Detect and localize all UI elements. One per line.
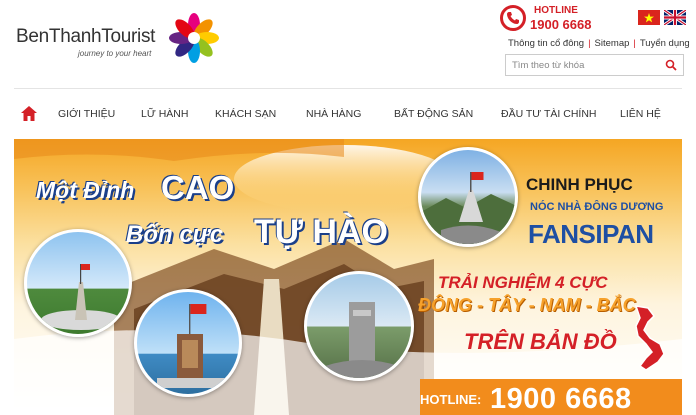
brand-logo-text[interactable]: BenThanhTourist xyxy=(16,26,155,48)
phone-icon xyxy=(500,5,526,31)
hero-banner[interactable]: Một Đỉnh CAO Bốn cực TỰ HÀO CHINH PHỤC N… xyxy=(14,139,682,415)
header-hotline[interactable]: HOTLINE 1900 6668 xyxy=(500,5,600,35)
header: BenThanhTourist journey to your heart HO… xyxy=(0,0,696,86)
conquer-heading: CHINH PHỤC xyxy=(526,175,633,194)
nav-item-gioi-thieu[interactable]: GIỚI THIỆU xyxy=(58,108,115,120)
hotline-number: 1900 6668 xyxy=(530,17,592,32)
slogan-line1-a: Một Đỉnh xyxy=(36,177,135,203)
nav-item-nha-hang[interactable]: NHÀ HÀNG xyxy=(306,108,361,120)
banner-hotline-number: 1900 6668 xyxy=(490,383,632,415)
experience-heading: TRẢI NGHIỆM 4 CỰC xyxy=(438,273,608,292)
toplink-shareholders[interactable]: Thông tin cổ đông xyxy=(508,38,584,49)
search-input[interactable] xyxy=(512,58,662,73)
brand-tagline: journey to your heart xyxy=(78,49,152,58)
nav-item-lu-hanh[interactable]: LỮ HÀNH xyxy=(141,108,188,120)
roof-of-indochina: NÓC NHÀ ĐÔNG DƯƠNG xyxy=(530,201,664,213)
fansipan-photo xyxy=(418,147,518,247)
divider: | xyxy=(588,38,591,49)
divider: | xyxy=(633,38,636,49)
search-icon[interactable] xyxy=(665,59,677,71)
nav-item-bat-dong-san[interactable]: BẤT ĐỘNG SẢN xyxy=(394,108,473,120)
on-the-map: TRÊN BẢN ĐỒ xyxy=(464,329,617,354)
nav-item-lien-he[interactable]: LIÊN HỆ xyxy=(620,108,661,120)
landmark-photo-3 xyxy=(304,271,414,381)
vietnam-map-icon xyxy=(634,305,665,371)
page: BenThanhTourist journey to your heart HO… xyxy=(0,0,696,415)
slogan-line2-b: TỰ HÀO xyxy=(254,213,388,251)
main-nav: GIỚI THIỆU LỮ HÀNH KHÁCH SẠN NHÀ HÀNG BẤ… xyxy=(14,88,682,138)
four-directions: ĐÔNG - TÂY - NAM - BẮC xyxy=(418,295,636,315)
search-box xyxy=(505,54,684,76)
uk-flag-icon[interactable] xyxy=(664,10,686,25)
fansipan-title: FANSIPAN xyxy=(528,219,654,249)
hotline-label: HOTLINE xyxy=(534,5,578,16)
slogan-line1-b: CAO xyxy=(161,169,235,206)
toplink-careers[interactable]: Tuyển dụng xyxy=(640,38,690,49)
landmark-photo-2 xyxy=(134,289,242,397)
toplink-sitemap[interactable]: Sitemap xyxy=(595,38,630,49)
nav-item-dau-tu-tai-chinh[interactable]: ĐẦU TƯ TÀI CHÍNH xyxy=(501,108,597,120)
slogan-line2-a: Bốn cực xyxy=(126,221,224,248)
banner-hotline-label: HOTLINE: xyxy=(420,392,482,407)
vietnam-flag-icon[interactable] xyxy=(638,10,660,25)
brand-flower-icon[interactable] xyxy=(166,10,222,66)
landmark-photo-1 xyxy=(24,229,132,337)
top-links: Thông tin cổ đông | Sitemap | Tuyển dụng xyxy=(508,38,690,49)
banner-hotline-bar[interactable]: HOTLINE: 1900 6668 xyxy=(420,379,682,415)
home-icon[interactable] xyxy=(21,106,37,121)
nav-item-khach-san[interactable]: KHÁCH SẠN xyxy=(215,108,276,120)
